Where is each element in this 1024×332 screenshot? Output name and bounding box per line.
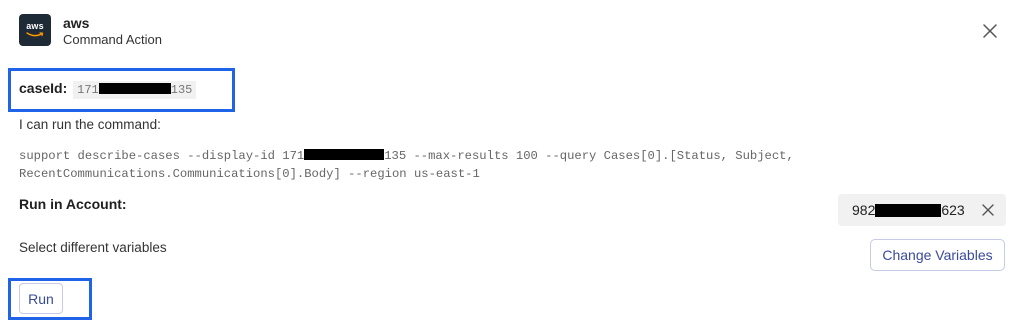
caseid-value-suffix: 135 <box>170 83 193 97</box>
account-clear-button[interactable] <box>980 202 996 218</box>
command-line1-prefix: support describe-cases --display-id 171 <box>19 149 305 163</box>
command-line1-suffix: 135 --max-results 100 --query Cases[0].[… <box>384 149 794 163</box>
account-value: 982 623 <box>852 202 965 218</box>
close-icon <box>983 24 997 38</box>
aws-logo: aws <box>19 14 51 46</box>
aws-logo-text: aws <box>26 21 44 31</box>
run-button[interactable]: Run <box>19 283 63 314</box>
run-in-account-label: Run in Account: <box>19 196 127 212</box>
caseid-label: caseId: <box>19 80 68 96</box>
command-text: support describe-cases --display-id 171 1… <box>19 147 919 183</box>
change-variables-button[interactable]: Change Variables <box>870 239 1005 271</box>
panel-subtitle: Command Action <box>63 32 162 47</box>
account-value-prefix: 982 <box>852 202 876 218</box>
caseid-value: 171 135 <box>73 81 197 99</box>
aws-smile-icon <box>26 32 44 37</box>
app-name: aws <box>63 15 90 31</box>
account-select[interactable]: 982 623 <box>838 194 1006 226</box>
caseid-value-prefix: 171 <box>77 83 99 97</box>
intro-text: I can run the command: <box>19 117 161 132</box>
caseid-row: caseId: 171 135 <box>19 80 197 99</box>
redaction-bar <box>98 83 171 94</box>
select-variables-text: Select different variables <box>19 240 167 255</box>
command-action-panel: aws aws Command Action caseId: 171 135 I … <box>0 0 1024 332</box>
account-value-suffix: 623 <box>941 202 965 218</box>
command-line2: RecentCommunications.Communications[0].B… <box>19 167 480 181</box>
close-button[interactable] <box>979 20 1001 42</box>
redaction-bar <box>875 204 942 217</box>
redaction-bar <box>304 149 385 160</box>
close-icon <box>982 204 994 216</box>
